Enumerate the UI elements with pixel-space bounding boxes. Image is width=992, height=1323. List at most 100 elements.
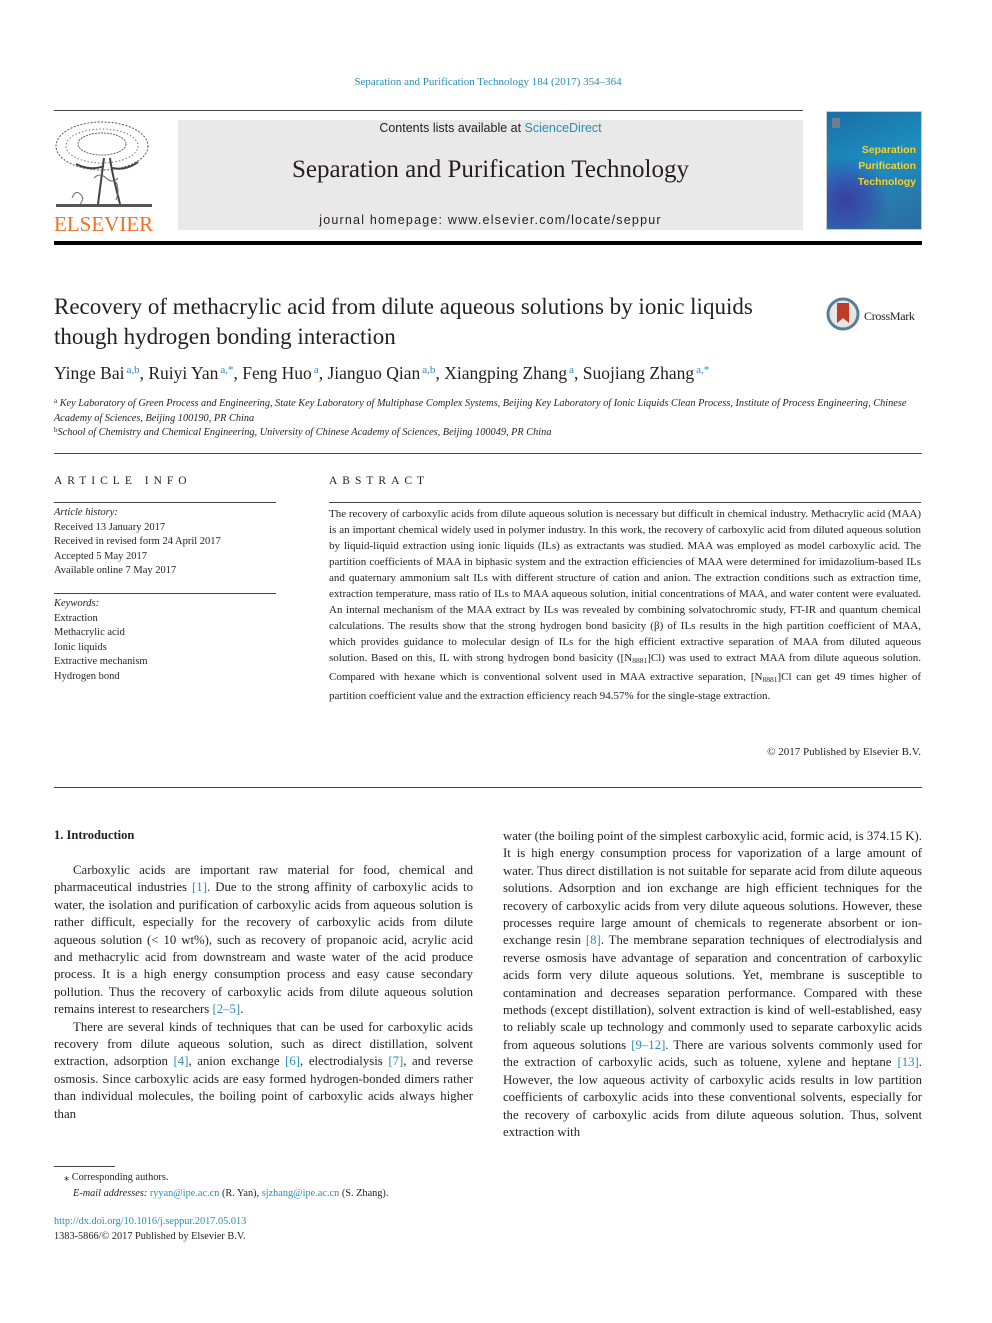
citation-link[interactable]: [8] — [586, 933, 601, 947]
homepage-url-link[interactable]: www.elsevier.com/locate/seppur — [448, 213, 662, 227]
footnotes: ⁎ Corresponding authors. E-mail addresse… — [54, 1170, 484, 1201]
email-link[interactable]: sjzhang@ipe.ac.cn — [262, 1188, 340, 1199]
citation-link[interactable]: [2–5] — [212, 1002, 240, 1016]
text-segment: water (the boiling point of the simplest… — [503, 829, 922, 948]
email-footnote: E-mail addresses: ryyan@ipe.ac.cn (R. Ya… — [73, 1187, 389, 1199]
journal-homepage: journal homepage: www.elsevier.com/locat… — [178, 213, 803, 227]
keyword: Extractive mechanism — [54, 656, 148, 667]
text-segment: , electrodialysis — [300, 1054, 389, 1069]
abstract-copyright: © 2017 Published by Elsevier B.V. — [767, 746, 921, 758]
text-segment: . Due to the strong affinity of carboxyl… — [54, 880, 473, 1017]
paragraph: Carboxylic acids are important raw mater… — [54, 862, 473, 1019]
affiliations-divider — [54, 453, 922, 454]
author-name[interactable]: Yinge Bai — [54, 363, 124, 383]
author-list: Yinge Bai a,b, Ruiyi Yan a,*, Feng Huo a, J… — [54, 363, 710, 383]
journal-reference-link[interactable]: Separation and Purification Technology 1… — [0, 76, 976, 88]
author-name[interactable]: Jianguo Qian — [327, 363, 420, 383]
elsevier-wordmark: ELSEVIER — [54, 212, 154, 236]
cover-title-line: Technology — [857, 176, 916, 188]
journal-cover-image[interactable]: Separation Purification Technology — [826, 111, 922, 230]
article-info-label: ARTICLE INFO — [54, 475, 192, 487]
author-affiliation-marker[interactable]: a — [314, 364, 319, 376]
header-thick-divider — [54, 241, 922, 245]
text-segment: . The membrane separation techniques of … — [503, 933, 922, 1052]
keywords-heading: Keywords: — [54, 598, 100, 609]
author-name[interactable]: Feng Huo — [242, 363, 312, 383]
email-link[interactable]: ryyan@ipe.ac.cn — [150, 1188, 220, 1199]
author[interactable]: Feng Huo a — [242, 363, 318, 383]
paragraph: There are several kinds of techniques th… — [54, 1019, 473, 1123]
author[interactable]: Xiangping Zhang a — [444, 363, 574, 383]
author[interactable]: Ruiyi Yan a,* — [148, 363, 233, 383]
abstract-bottom-divider — [54, 787, 922, 788]
citation-link[interactable]: [4] — [174, 1054, 189, 1068]
email-owner: (S. Zhang) — [341, 1187, 386, 1199]
citation-link[interactable]: [1] — [192, 880, 207, 894]
article-history: Article history: Received 13 January 201… — [54, 506, 276, 579]
issn-line: 1383-5866/© 2017 Published by Elsevier B… — [54, 1231, 246, 1242]
elsevier-logo: ELSEVIER — [54, 118, 158, 236]
text-segment: , anion exchange — [188, 1054, 286, 1069]
author-name[interactable]: Ruiyi Yan — [148, 363, 218, 383]
text-segment: . — [240, 1002, 244, 1017]
author-name[interactable]: Xiangping Zhang — [444, 363, 567, 383]
author-affiliation-marker[interactable]: a,b — [422, 364, 435, 376]
contents-available: Contents lists available at ScienceDirec… — [178, 121, 803, 135]
top-divider — [54, 110, 803, 111]
body-column-left: Carboxylic acids are important raw mater… — [54, 862, 473, 1123]
keyword: Methacrylic acid — [54, 627, 125, 638]
article-info-divider — [54, 502, 276, 503]
doi-link[interactable]: http://dx.doi.org/10.1016/j.seppur.2017.… — [54, 1216, 246, 1227]
author-affiliation-marker[interactable]: a,b — [126, 364, 139, 376]
abstract-divider — [329, 502, 921, 503]
footnote-divider — [54, 1166, 115, 1167]
affiliation-text: Key Laboratory of Green Process and Engi… — [54, 398, 907, 424]
crossmark-button[interactable]: CrossMark — [826, 297, 936, 335]
citation-link[interactable]: [7] — [388, 1054, 403, 1068]
affiliation-a: a Key Laboratory of Green Process and En… — [54, 394, 914, 426]
elsevier-tree-icon — [54, 118, 154, 210]
cover-title: Separation Purification Technology — [858, 142, 916, 190]
keywords-divider — [54, 593, 276, 594]
corresponding-footnote: ⁎ Corresponding authors. — [54, 1170, 484, 1186]
journal-title: Separation and Purification Technology — [292, 156, 689, 183]
history-item: Received 13 January 2017 — [54, 521, 166, 533]
sciencedirect-link[interactable]: ScienceDirect — [525, 121, 602, 135]
author-affiliation-marker[interactable]: a,* — [696, 364, 709, 376]
crossmark-icon — [826, 297, 860, 331]
affiliation-key: a — [54, 397, 58, 405]
article-title: Recovery of methacrylic acid from dilute… — [54, 294, 753, 349]
history-item: Received in revised form 24 April 2017 — [54, 536, 221, 547]
keywords: Keywords: Extraction Methacrylic acid Io… — [54, 597, 276, 684]
author[interactable]: Jianguo Qian a,b — [327, 363, 435, 383]
abstract-label: ABSTRACT — [329, 475, 430, 487]
author[interactable]: Yinge Bai a,b — [54, 363, 140, 383]
abstract-subscript: 8881 — [762, 675, 778, 684]
homepage-label: journal homepage: — [319, 213, 448, 227]
citation-link[interactable]: [13] — [897, 1055, 918, 1069]
abstract-segment: The recovery of carboxylic acids from di… — [329, 508, 921, 664]
author-affiliation-marker[interactable]: a,* — [220, 364, 233, 376]
author[interactable]: Suojiang Zhang a,* — [583, 363, 709, 383]
journal-banner: Contents lists available at ScienceDirec… — [178, 120, 803, 230]
abstract-text: The recovery of carboxylic acids from di… — [329, 506, 921, 704]
cover-publisher-mark — [832, 118, 840, 128]
contents-prefix: Contents lists available at — [379, 121, 525, 135]
cover-title-line: Separation — [861, 144, 916, 156]
crossmark-label: CrossMark — [864, 309, 915, 323]
keyword: Ionic liquids — [54, 641, 107, 653]
history-item: Available online 7 May 2017 — [54, 565, 177, 576]
citation-link[interactable]: [6] — [285, 1054, 300, 1068]
body-column-right: water (the boiling point of the simplest… — [503, 828, 922, 1141]
affiliation-text: School of Chemistry and Chemical Enginee… — [57, 427, 552, 438]
email-label: E-mail addresses: — [73, 1187, 148, 1199]
keyword: Hydrogen bond — [54, 670, 120, 682]
citation-link[interactable]: [9–12] — [631, 1038, 665, 1052]
author-name[interactable]: Suojiang Zhang — [583, 363, 694, 383]
affiliation-b: bSchool of Chemistry and Chemical Engine… — [54, 423, 914, 441]
email-owner: (R. Yan) — [221, 1187, 257, 1199]
introduction-heading: 1. Introduction — [54, 828, 135, 842]
cover-title-line: Purification — [858, 160, 916, 172]
keyword: Extraction — [54, 612, 98, 624]
author-affiliation-marker[interactable]: a — [569, 364, 574, 376]
